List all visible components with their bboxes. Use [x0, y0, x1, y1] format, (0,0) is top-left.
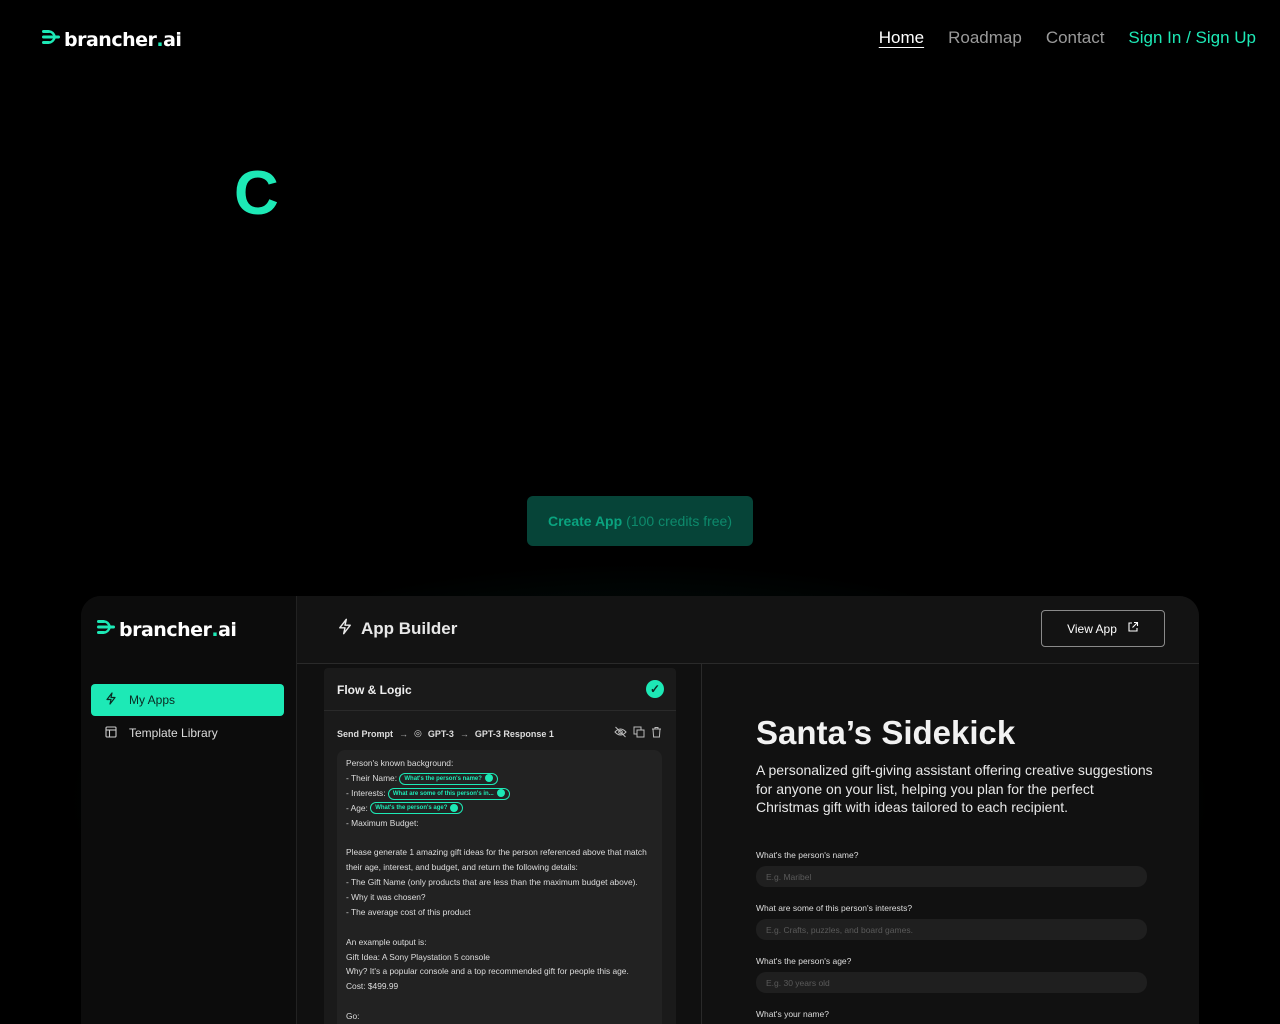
prompt-line: - Age: What's the person's age? — [346, 801, 653, 816]
layout-icon — [105, 725, 117, 741]
crumb-gpt3-response[interactable]: GPT-3 Response 1 — [475, 729, 554, 739]
prompt-line: Cost: $499.99 — [346, 981, 399, 992]
prompt-line: - Their Name: What's the person's name? — [346, 771, 653, 786]
brancher-logo-icon — [97, 618, 117, 641]
field-label-age: What's the person's age? — [756, 956, 852, 966]
nav-link-home[interactable]: Home — [879, 28, 924, 48]
field-label-your-name: What's your name? — [756, 1009, 829, 1019]
crumb-send-prompt[interactable]: Send Prompt — [337, 729, 393, 739]
nav-links: Home Roadmap Contact Sign In / Sign Up — [879, 28, 1256, 48]
brand-dot: . — [156, 28, 164, 51]
app-title: Santa’s Sidekick — [756, 714, 1016, 751]
openai-icon: ◎ — [414, 728, 422, 738]
sidebar-item-my-apps[interactable]: My Apps — [91, 684, 284, 716]
field-label-name: What's the person's name? — [756, 850, 859, 860]
brand-suffix: ai — [163, 28, 182, 51]
brancher-logo-icon — [42, 28, 62, 51]
chip-minus-icon — [496, 788, 505, 797]
prompt-line: - Maximum Budget: — [346, 817, 419, 828]
flow-panel: Flow & Logic ✓ Send Prompt → ◎ GPT-3 → G… — [297, 664, 702, 1024]
lightning-icon — [105, 692, 117, 708]
arrow-right-icon: → — [399, 728, 409, 739]
interests-input[interactable] — [756, 919, 1147, 940]
builder-sidebar: brancher. ai My Apps Template Library — [81, 596, 297, 1024]
builder-title: App Builder — [337, 618, 457, 640]
lightning-icon — [337, 618, 353, 640]
prompt-line: Why? It's a popular console and a top re… — [346, 966, 629, 977]
prompt-line: - The average cost of this product — [346, 906, 471, 917]
age-input[interactable] — [756, 972, 1147, 993]
prompt-line: - Why it was chosen? — [346, 892, 426, 903]
divider — [324, 710, 676, 711]
prompt-line: Person's known background: — [346, 758, 454, 768]
variable-chip[interactable]: What's the person's age? — [370, 802, 464, 815]
flow-logic-card: Flow & Logic ✓ Send Prompt → ◎ GPT-3 → G… — [324, 668, 676, 1024]
create-app-button[interactable]: Create App (100 credits free) — [527, 496, 753, 546]
brand-logo[interactable]: brancher. ai — [42, 28, 182, 51]
prompt-line — [346, 920, 653, 935]
crumb-gpt3[interactable]: GPT-3 — [428, 729, 454, 739]
hero-heading: C — [234, 159, 279, 228]
prompt-line: Gift Idea: A Sony Playstation 5 console — [346, 951, 490, 962]
sidebar-brand-logo[interactable]: brancher. ai — [97, 618, 237, 641]
brand-dot: . — [211, 618, 219, 641]
prompt-line — [346, 994, 653, 1009]
nav-link-roadmap[interactable]: Roadmap — [948, 28, 1022, 48]
app-builder-preview: brancher. ai My Apps Template Library App… — [81, 596, 1199, 1024]
view-app-button[interactable]: View App — [1041, 610, 1165, 647]
flow-title: Flow & Logic — [337, 683, 412, 697]
prompt-line: Please generate 1 amazing gift ideas for… — [346, 847, 647, 858]
chip-minus-icon — [484, 774, 493, 783]
brand-name: brancher — [119, 618, 212, 641]
variable-chip[interactable]: What are some of this person's in... — [387, 787, 510, 800]
builder-title-text: App Builder — [361, 619, 458, 638]
view-app-label: View App — [1067, 621, 1117, 636]
create-app-credits: (100 credits free) — [626, 513, 732, 529]
variable-chip[interactable]: What's the person's name? — [399, 772, 498, 785]
flow-breadcrumb: Send Prompt → ◎ GPT-3 → GPT-3 Response 1 — [337, 728, 554, 739]
sidebar-item-label: My Apps — [129, 693, 176, 707]
prompt-line: their age, interest, and budget, and ret… — [346, 862, 578, 873]
field-label-interests: What are some of this person's interests… — [756, 903, 913, 913]
external-link-icon — [1127, 621, 1139, 636]
builder-header: App Builder View App — [297, 596, 1199, 664]
app-preview-panel: Santa’s Sidekick A personalized gift-giv… — [702, 664, 1199, 1024]
arrow-right-icon: → — [459, 728, 469, 739]
prompt-text-area[interactable]: Person's known background: - Their Name:… — [337, 750, 662, 1024]
sidebar-item-template-library[interactable]: Template Library — [91, 717, 284, 749]
sign-in-link[interactable]: Sign In / Sign Up — [1128, 28, 1256, 48]
prompt-line: - The Gift Name (only products that are … — [346, 877, 638, 888]
copy-icon[interactable] — [633, 726, 645, 741]
trash-icon[interactable] — [651, 726, 662, 741]
prompt-line — [346, 830, 653, 845]
flow-actions — [614, 726, 662, 741]
brand-suffix: ai — [218, 618, 237, 641]
app-description: A personalized gift-giving assistant off… — [756, 762, 1153, 815]
person-name-input[interactable] — [756, 866, 1147, 887]
chip-minus-icon — [450, 803, 459, 812]
nav-link-contact[interactable]: Contact — [1046, 28, 1105, 48]
check-icon: ✓ — [646, 680, 664, 698]
prompt-line: - Interests: What are some of this perso… — [346, 786, 653, 801]
eye-off-icon[interactable] — [614, 726, 627, 741]
create-app-label: Create App — [548, 513, 623, 529]
prompt-line: Go: — [346, 1011, 360, 1022]
prompt-line: An example output is: — [346, 936, 427, 947]
sidebar-item-label: Template Library — [129, 726, 218, 740]
top-navbar: brancher. ai Home Roadmap Contact Sign In… — [0, 0, 1280, 80]
brand-name: brancher — [64, 28, 157, 51]
